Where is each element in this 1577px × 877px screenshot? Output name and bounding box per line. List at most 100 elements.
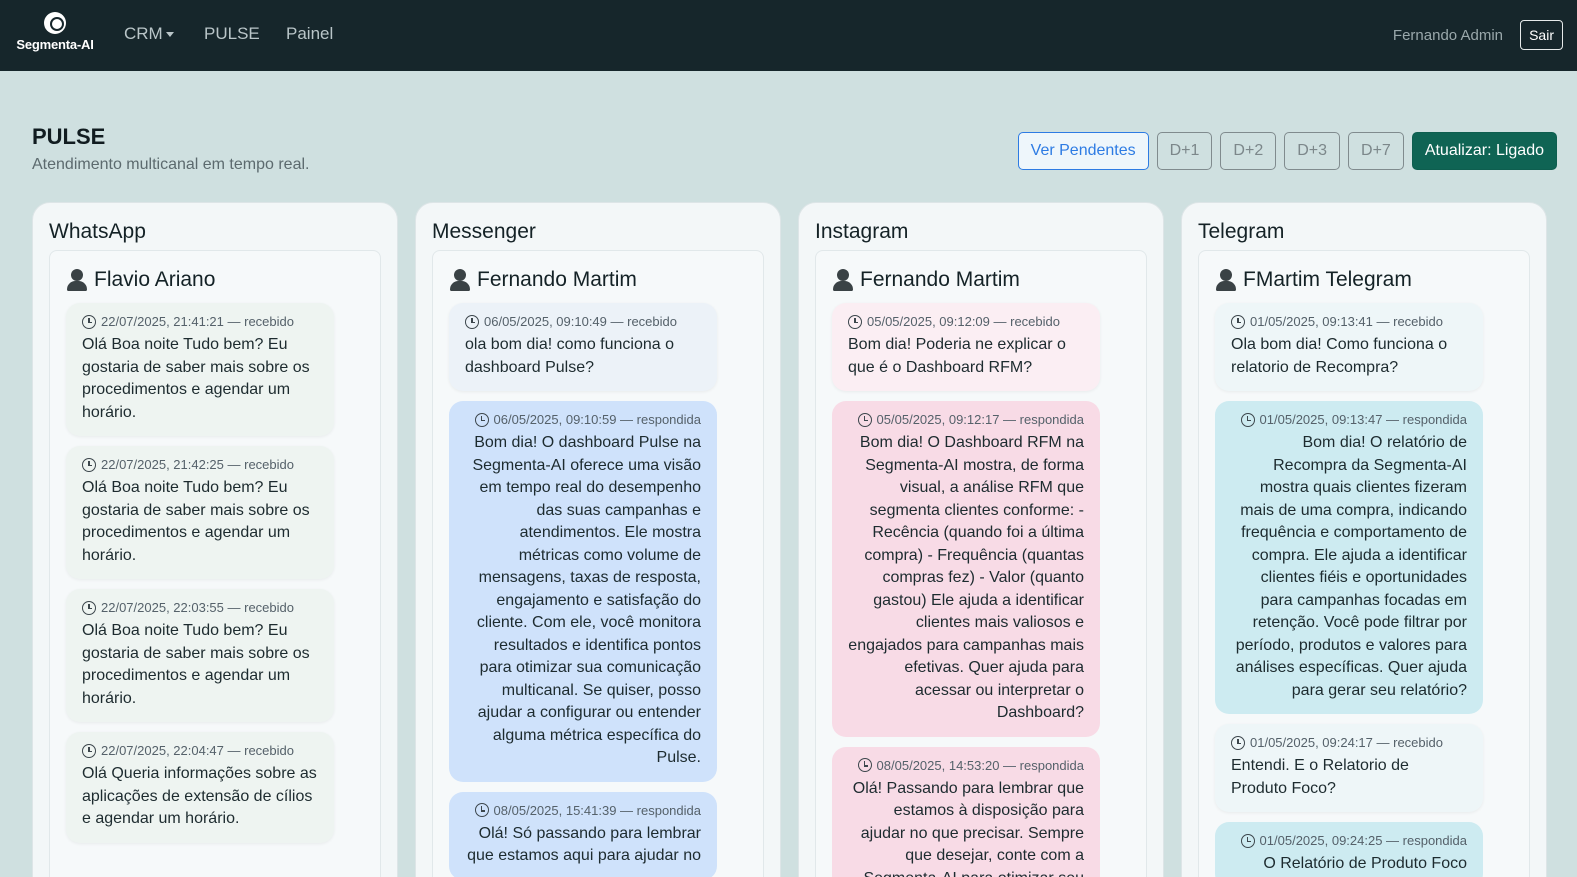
message-meta: 05/05/2025, 09:12:09 — recebido xyxy=(867,314,1060,329)
message-replied: 08/05/2025, 14:53:20 — respondida Olá! P… xyxy=(832,746,1100,877)
message-meta: 01/05/2025, 09:24:17 — recebido xyxy=(1250,735,1443,750)
page-subtitle: Atendimento multicanal em tempo real. xyxy=(32,156,310,173)
clock-icon xyxy=(474,803,489,817)
message-text: Bom dia! O relatório de Recompra da Segm… xyxy=(1235,434,1467,699)
contact-name: Flavio Ariano xyxy=(94,268,216,291)
contact-header: Fernando Martim xyxy=(449,265,747,295)
message-meta: 06/05/2025, 09:10:49 — recebido xyxy=(484,314,677,329)
message-received: 22/07/2025, 21:41:21 — recebido Olá Boa … xyxy=(66,303,334,436)
contact-header: Fernando Martim xyxy=(832,265,1130,295)
message-meta: 06/05/2025, 09:10:59 — respondida xyxy=(493,412,701,427)
message-meta: 22/07/2025, 21:42:25 — recebido xyxy=(101,457,294,472)
clock-icon xyxy=(82,743,96,758)
clock-icon xyxy=(857,412,872,427)
message-received: 01/05/2025, 09:24:17 — recebido Entendi.… xyxy=(1215,724,1483,812)
person-icon xyxy=(1215,269,1237,291)
clock-icon xyxy=(1240,833,1255,848)
channel-column-whatsapp: WhatsApp Flavio Ariano 22/07/2025, 21:41… xyxy=(32,202,398,877)
contact-card[interactable]: Flavio Ariano 22/07/2025, 21:41:21 — rec… xyxy=(49,250,381,877)
contact-name: FMartim Telegram xyxy=(1243,268,1412,291)
message-meta: 08/05/2025, 15:41:39 — respondida xyxy=(493,802,701,818)
message-received: 05/05/2025, 09:12:09 — recebido Bom dia!… xyxy=(832,303,1100,391)
channel-columns: WhatsApp Flavio Ariano 22/07/2025, 21:41… xyxy=(32,202,1547,877)
view-pending-button[interactable]: Ver Pendentes xyxy=(1017,132,1149,170)
message-replied: 06/05/2025, 09:10:59 — respondida Bom di… xyxy=(449,401,717,782)
clock-icon xyxy=(82,457,96,472)
message-text: Olá Boa noite Tudo bem? Eu gostaria de s… xyxy=(82,336,310,421)
message-received: 22/07/2025, 22:03:55 — recebido Olá Boa … xyxy=(66,589,334,722)
message-meta: 01/05/2025, 09:13:41 — recebido xyxy=(1250,314,1443,329)
clock-icon xyxy=(1231,735,1245,750)
message-text: Bom dia! Poderia ne explicar o que é o D… xyxy=(848,336,1066,376)
message-meta: 22/07/2025, 21:41:21 — recebido xyxy=(101,314,294,329)
logo-chat-icon xyxy=(44,12,66,34)
logo[interactable]: Segmenta-AI xyxy=(12,12,98,58)
person-icon xyxy=(66,269,88,291)
clock-icon xyxy=(857,758,872,772)
message-replied: 01/05/2025, 09:13:47 — respondida Bom di… xyxy=(1215,401,1483,714)
clock-icon xyxy=(82,600,96,615)
clock-icon xyxy=(848,314,862,329)
message-received: 01/05/2025, 09:13:41 — recebido Ola bom … xyxy=(1215,303,1483,391)
clock-icon xyxy=(465,314,479,329)
contact-card[interactable]: FMartim Telegram 01/05/2025, 09:13:41 — … xyxy=(1198,250,1530,877)
message-text: O Relatório de Produto Foco xyxy=(1263,855,1467,872)
clock-icon xyxy=(1231,314,1245,329)
nav-crm-dropdown[interactable]: CRM xyxy=(124,24,174,44)
toolbar: Ver Pendentes D+1 D+2 D+3 D+7 Atualizar:… xyxy=(1017,132,1557,170)
nav-painel[interactable]: Painel xyxy=(286,24,333,44)
message-text: Olá Boa noite Tudo bem? Eu gostaria de s… xyxy=(82,479,310,564)
filter-d2-button[interactable]: D+2 xyxy=(1220,132,1277,170)
message-text: Olá Queria informações sobre as aplicaçõ… xyxy=(82,765,317,827)
contact-card[interactable]: Fernando Martim 05/05/2025, 09:12:09 — r… xyxy=(815,250,1147,877)
contact-name: Fernando Martim xyxy=(860,268,1020,291)
message-text: Olá! Só passando para lembrar que estamo… xyxy=(467,824,701,865)
contact-header: Flavio Ariano xyxy=(66,265,364,295)
clock-icon xyxy=(1240,412,1255,427)
message-received: 22/07/2025, 22:04:47 — recebido Olá Quer… xyxy=(66,732,334,843)
channel-title: Messenger xyxy=(432,220,536,243)
message-meta: 22/07/2025, 22:04:47 — recebido xyxy=(101,743,294,758)
clock-icon xyxy=(82,314,96,329)
user-name: Fernando Admin xyxy=(1392,27,1503,44)
message-text: Bom dia! O dashboard Pulse na Segmenta-A… xyxy=(472,434,701,766)
message-meta: 22/07/2025, 22:03:55 — recebido xyxy=(101,600,294,615)
channel-title: Instagram xyxy=(815,220,909,243)
message-text: Olá Boa noite Tudo bem? Eu gostaria de s… xyxy=(82,622,310,707)
message-text: Bom dia! O Dashboard RFM na Segmenta-AI … xyxy=(848,434,1084,721)
logo-text: Segmenta-AI xyxy=(16,37,94,52)
contact-name: Fernando Martim xyxy=(477,268,637,291)
auto-refresh-toggle[interactable]: Atualizar: Ligado xyxy=(1411,132,1557,170)
channel-title: WhatsApp xyxy=(49,220,146,243)
message-meta: 08/05/2025, 14:53:20 — respondida xyxy=(876,757,1084,773)
nav-crm-label: CRM xyxy=(124,24,163,43)
nav-pulse[interactable]: PULSE xyxy=(204,24,260,44)
contact-header: FMartim Telegram xyxy=(1215,265,1513,295)
navbar: Segmenta-AI CRM PULSE Painel Fernando Ad… xyxy=(0,0,1577,71)
channel-column-instagram: Instagram Fernando Martim 05/05/2025, 09… xyxy=(798,202,1164,877)
filter-d7-button[interactable]: D+7 xyxy=(1348,132,1404,170)
message-text: Ola bom dia! Como funciona o relatorio d… xyxy=(1231,336,1448,376)
message-replied: 05/05/2025, 09:12:17 — respondida Bom di… xyxy=(832,401,1100,737)
message-replied: 08/05/2025, 15:41:39 — respondida Olá! S… xyxy=(449,791,717,877)
message-text: Entendi. E o Relatorio de Produto Foco? xyxy=(1231,757,1409,797)
chevron-down-icon xyxy=(165,32,174,38)
message-text: ola bom dia! como funciona o dashboard P… xyxy=(465,336,675,376)
message-received: 06/05/2025, 09:10:49 — recebido ola bom … xyxy=(449,303,717,391)
filter-d1-button[interactable]: D+1 xyxy=(1156,132,1213,170)
filter-d3-button[interactable]: D+3 xyxy=(1284,132,1341,170)
clock-icon xyxy=(474,412,489,427)
message-meta: 05/05/2025, 09:12:17 — respondida xyxy=(876,412,1084,427)
contact-card[interactable]: Fernando Martim 06/05/2025, 09:10:49 — r… xyxy=(432,250,764,877)
channel-column-telegram: Telegram FMartim Telegram 01/05/2025, 09… xyxy=(1181,202,1547,877)
message-text: Olá! Passando para lembrar que estamos à… xyxy=(852,779,1084,877)
person-icon xyxy=(449,269,471,291)
message-meta: 01/05/2025, 09:13:47 — respondida xyxy=(1259,412,1467,427)
channel-column-messenger: Messenger Fernando Martim 06/05/2025, 09… xyxy=(415,202,781,877)
message-replied: 01/05/2025, 09:24:25 — respondida O Rela… xyxy=(1215,822,1483,877)
logout-button[interactable]: Sair xyxy=(1520,20,1563,50)
message-received: 22/07/2025, 21:42:25 — recebido Olá Boa … xyxy=(66,446,334,579)
person-icon xyxy=(832,269,854,291)
message-meta: 01/05/2025, 09:24:25 — respondida xyxy=(1259,833,1467,848)
page-title: PULSE xyxy=(32,124,106,149)
